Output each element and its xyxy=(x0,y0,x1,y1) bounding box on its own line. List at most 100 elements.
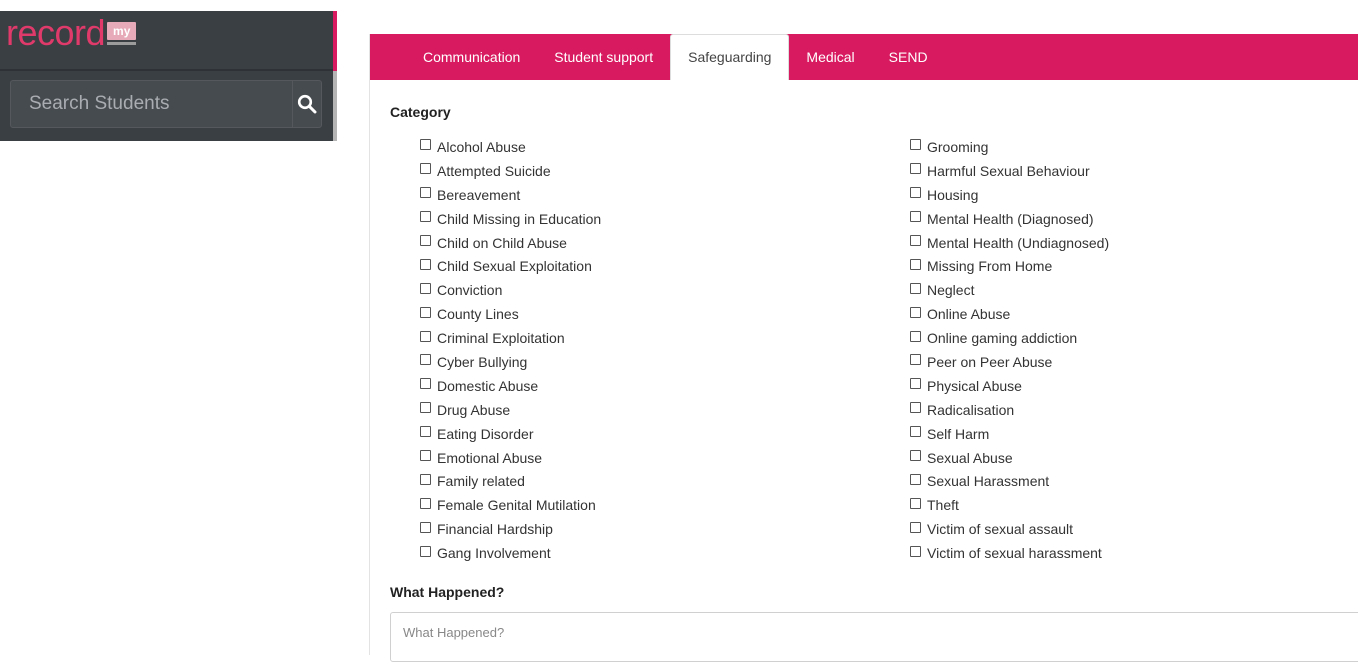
checkbox[interactable] xyxy=(420,450,431,462)
checkbox-label: Conviction xyxy=(437,282,503,299)
checkbox-label: Online Abuse xyxy=(927,306,1011,323)
checkbox[interactable] xyxy=(910,450,921,462)
checkbox[interactable] xyxy=(420,330,431,342)
category-option-child-missing-in-education[interactable]: Child Missing in Education xyxy=(420,207,910,231)
category-option-alcohol-abuse[interactable]: Alcohol Abuse xyxy=(420,135,910,159)
checkbox[interactable] xyxy=(910,402,921,414)
checkbox-label: Child Sexual Exploitation xyxy=(437,258,592,275)
checkbox[interactable] xyxy=(420,235,431,246)
checkbox[interactable] xyxy=(420,211,431,223)
category-option-sexual-harassment[interactable]: Sexual Harassment xyxy=(910,469,1350,493)
checkbox-label: Physical Abuse xyxy=(927,377,1022,394)
category-option-online-gaming-addiction[interactable]: Online gaming addiction xyxy=(910,326,1350,350)
checkbox-label: Drug Abuse xyxy=(437,401,511,418)
category-option-county-lines[interactable]: County Lines xyxy=(420,302,910,326)
category-option-attempted-suicide[interactable]: Attempted Suicide xyxy=(420,159,910,183)
category-option-gang-involvement[interactable]: Gang Involvement xyxy=(420,541,910,565)
category-option-eating-disorder[interactable]: Eating Disorder xyxy=(420,422,910,446)
category-option-conviction[interactable]: Conviction xyxy=(420,278,910,302)
checkbox[interactable] xyxy=(910,258,921,270)
checkbox-label: Grooming xyxy=(927,138,989,155)
category-option-neglect[interactable]: Neglect xyxy=(910,278,1350,302)
category-option-missing-from-home[interactable]: Missing From Home xyxy=(910,254,1350,278)
checkbox[interactable] xyxy=(420,354,431,366)
search-box xyxy=(10,80,322,128)
category-column-left: Alcohol Abuse Attempted Suicide Bereavemen… xyxy=(420,135,910,565)
category-option-family-related[interactable]: Family related xyxy=(420,469,910,493)
category-option-grooming[interactable]: Grooming xyxy=(910,135,1350,159)
category-option-domestic-abuse[interactable]: Domestic Abuse xyxy=(420,374,910,398)
app-logo[interactable]: record my xyxy=(6,11,137,69)
category-option-victim-of-sexual-assault[interactable]: Victim of sexual assault xyxy=(910,517,1350,541)
checkbox[interactable] xyxy=(910,473,921,485)
checkbox[interactable] xyxy=(910,306,921,318)
checkbox-label: Online gaming addiction xyxy=(927,330,1078,347)
checkbox[interactable] xyxy=(420,521,431,533)
checkbox[interactable] xyxy=(910,426,921,438)
checkbox[interactable] xyxy=(420,258,431,270)
category-option-child-on-child-abuse[interactable]: Child on Child Abuse xyxy=(420,231,910,255)
checkbox[interactable] xyxy=(420,426,431,438)
category-option-sexual-abuse[interactable]: Sexual Abuse xyxy=(910,446,1350,470)
category-option-peer-on-peer-abuse[interactable]: Peer on Peer Abuse xyxy=(910,350,1350,374)
category-option-emotional-abuse[interactable]: Emotional Abuse xyxy=(420,446,910,470)
checkbox[interactable] xyxy=(910,545,921,557)
search-input[interactable] xyxy=(11,81,292,127)
checkbox-label: Mental Health (Undiagnosed) xyxy=(927,234,1110,251)
checkbox[interactable] xyxy=(910,497,921,509)
checkbox[interactable] xyxy=(420,402,431,414)
category-option-financial-hardship[interactable]: Financial Hardship xyxy=(420,517,910,541)
checkbox-label: Neglect xyxy=(927,282,975,299)
category-option-bereavement[interactable]: Bereavement xyxy=(420,183,910,207)
tab-medical[interactable]: Medical xyxy=(789,34,871,80)
checkbox[interactable] xyxy=(910,521,921,533)
checkbox[interactable] xyxy=(910,235,921,246)
checkbox[interactable] xyxy=(910,354,921,366)
tab-safeguarding[interactable]: Safeguarding xyxy=(670,34,790,80)
checkbox[interactable] xyxy=(420,545,431,557)
category-option-female-genital-mutilation[interactable]: Female Genital Mutilation xyxy=(420,493,910,517)
checkbox[interactable] xyxy=(910,282,921,294)
category-option-housing[interactable]: Housing xyxy=(910,183,1350,207)
category-option-victim-of-sexual-harassment[interactable]: Victim of sexual harassment xyxy=(910,541,1350,565)
category-option-mental-health-diagnosed[interactable]: Mental Health (Diagnosed) xyxy=(910,207,1350,231)
checkbox[interactable] xyxy=(910,139,921,151)
checkbox[interactable] xyxy=(910,163,921,175)
search-icon xyxy=(297,94,317,114)
category-option-radicalisation[interactable]: Radicalisation xyxy=(910,398,1350,422)
tab-student-support[interactable]: Student support xyxy=(537,34,670,80)
checkbox[interactable] xyxy=(910,378,921,390)
checkbox-label: Sexual Abuse xyxy=(927,449,1013,466)
checkbox[interactable] xyxy=(420,378,431,390)
checkbox[interactable] xyxy=(910,330,921,342)
checkbox[interactable] xyxy=(420,139,431,151)
category-option-online-abuse[interactable]: Online Abuse xyxy=(910,302,1350,326)
tab-send[interactable]: SEND xyxy=(872,34,945,80)
category-option-self-harm[interactable]: Self Harm xyxy=(910,422,1350,446)
category-option-mental-health-undiagnosed[interactable]: Mental Health (Undiagnosed) xyxy=(910,231,1350,255)
panel-divider xyxy=(0,69,333,71)
tab-communication[interactable]: Communication xyxy=(406,34,537,80)
checkbox-label: County Lines xyxy=(437,306,519,323)
checkbox[interactable] xyxy=(420,497,431,509)
checkbox-label: Child on Child Abuse xyxy=(437,234,567,251)
checkbox[interactable] xyxy=(420,282,431,294)
checkbox[interactable] xyxy=(420,187,431,199)
category-option-theft[interactable]: Theft xyxy=(910,493,1350,517)
checkbox[interactable] xyxy=(420,163,431,175)
checkbox[interactable] xyxy=(420,473,431,485)
logo-badge: my xyxy=(107,22,137,45)
checkbox-label: Criminal Exploitation xyxy=(437,330,565,347)
checkbox-label: Gang Involvement xyxy=(437,545,551,562)
search-button[interactable] xyxy=(292,81,321,127)
checkbox-label: Harmful Sexual Behaviour xyxy=(927,162,1090,179)
category-option-criminal-exploitation[interactable]: Criminal Exploitation xyxy=(420,326,910,350)
checkbox[interactable] xyxy=(910,211,921,223)
category-option-drug-abuse[interactable]: Drug Abuse xyxy=(420,398,910,422)
checkbox[interactable] xyxy=(420,306,431,318)
category-option-cyber-bullying[interactable]: Cyber Bullying xyxy=(420,350,910,374)
category-option-child-sexual-exploitation[interactable]: Child Sexual Exploitation xyxy=(420,254,910,278)
category-option-harmful-sexual-behaviour[interactable]: Harmful Sexual Behaviour xyxy=(910,159,1350,183)
checkbox[interactable] xyxy=(910,187,921,199)
category-option-physical-abuse[interactable]: Physical Abuse xyxy=(910,374,1350,398)
